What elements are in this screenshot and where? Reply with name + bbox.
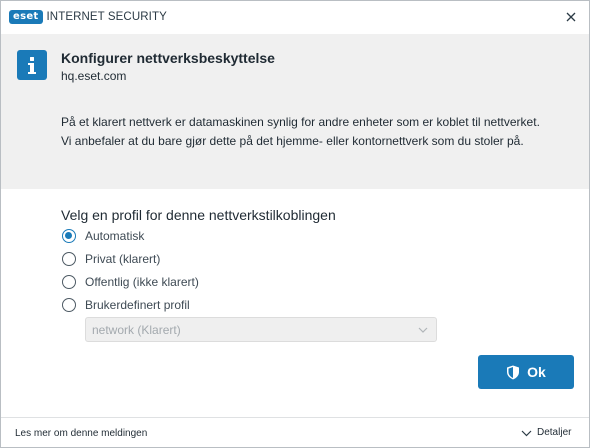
custom-profile-select[interactable]: network (Klarert): [85, 317, 437, 342]
details-toggle[interactable]: Detaljer: [521, 427, 571, 438]
dialog-window: eset INTERNET SECURITY Konfigurer nettve…: [0, 0, 590, 448]
radio-label: Brukerdefinert profil: [85, 298, 190, 312]
radio-custom[interactable]: Brukerdefinert profil: [61, 296, 190, 314]
radio-button[interactable]: [62, 252, 76, 266]
select-value: network (Klarert): [92, 323, 181, 337]
logo-badge: eset: [9, 10, 43, 24]
shield-icon: [507, 365, 520, 379]
radio-label: Automatisk: [85, 229, 145, 243]
ok-label: Ok: [527, 364, 546, 380]
footer-divider: [1, 417, 589, 418]
learn-more-link[interactable]: Les mer om denne meldingen: [15, 428, 147, 439]
radio-label: Offentlig (ikke klarert): [85, 275, 199, 289]
profile-label: Velg en profil for denne nettverkstilkob…: [61, 207, 336, 223]
radio-button[interactable]: [62, 298, 76, 312]
title-bar: eset INTERNET SECURITY: [1, 1, 589, 34]
product-name: INTERNET SECURITY: [46, 11, 167, 23]
close-icon: [566, 12, 576, 22]
chevron-down-icon: [418, 327, 428, 333]
radio-button[interactable]: [62, 275, 76, 289]
radio-public[interactable]: Offentlig (ikke klarert): [61, 273, 199, 291]
ok-button[interactable]: Ok: [478, 355, 574, 389]
dialog-title: Konfigurer nettverksbeskyttelse: [61, 50, 275, 66]
info-icon: [17, 50, 47, 80]
description-text: På et klarert nettverk er datamaskinen s…: [61, 115, 540, 148]
radio-automatic[interactable]: Automatisk: [61, 227, 144, 245]
network-name: hq.eset.com: [61, 69, 127, 83]
chevron-down-icon: [521, 430, 532, 436]
eset-logo: eset INTERNET SECURITY: [9, 10, 167, 24]
radio-button-checked[interactable]: [62, 229, 76, 243]
close-button[interactable]: [563, 9, 579, 25]
header-section: Konfigurer nettverksbeskyttelse hq.eset.…: [1, 34, 589, 189]
details-label: Detaljer: [537, 427, 572, 438]
radio-label: Privat (klarert): [85, 252, 161, 266]
radio-private[interactable]: Privat (klarert): [61, 250, 160, 268]
